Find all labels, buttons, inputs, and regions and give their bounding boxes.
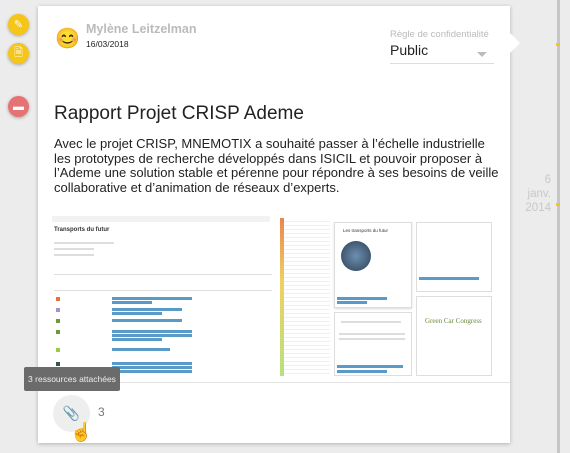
screenshot-card bbox=[334, 312, 412, 376]
export-button[interactable]: 🗎 bbox=[8, 43, 29, 64]
screenshot-tag bbox=[112, 334, 192, 337]
timeline-tick bbox=[556, 43, 560, 46]
avatar: 😊 bbox=[55, 28, 80, 50]
screenshot-row-icon bbox=[56, 308, 60, 312]
screenshot-tag bbox=[112, 366, 192, 369]
screenshot-card: Les transports du futur bbox=[334, 222, 412, 308]
screenshot-row-icon bbox=[56, 348, 60, 352]
screenshot-tag bbox=[112, 297, 192, 300]
screenshot-row-icon bbox=[56, 319, 60, 323]
screenshot-row-icon bbox=[56, 330, 60, 334]
timeline-year: 2014 bbox=[525, 202, 551, 214]
post-body: Avec le projet CRISP, MNEMOTIX a souhait… bbox=[54, 136, 499, 195]
screenshot-image[interactable]: Transports du futur Les transports du fu… bbox=[52, 212, 492, 376]
screenshot-card-photo bbox=[341, 241, 371, 271]
screenshot-text-line bbox=[54, 248, 94, 250]
screenshot-tag bbox=[112, 319, 182, 322]
screenshot-row-icon bbox=[56, 362, 60, 366]
screenshot-text-line bbox=[339, 333, 405, 335]
attachments-count: 3 bbox=[98, 405, 105, 419]
screenshot-tag bbox=[112, 330, 192, 333]
screenshot-tag bbox=[112, 348, 170, 351]
timeline-line bbox=[557, 0, 560, 453]
screenshot-list: Transports du futur bbox=[52, 212, 278, 376]
screenshot-tag bbox=[337, 301, 367, 304]
screenshot-text-line bbox=[54, 254, 94, 256]
timeline-date: 6 janv. 2014 bbox=[505, 173, 551, 215]
screenshot-tag bbox=[112, 301, 152, 304]
screenshot-tag bbox=[419, 277, 479, 280]
screenshot-row-icon bbox=[56, 297, 60, 301]
screenshot-text-line bbox=[341, 321, 401, 323]
post-date: 16/03/2018 bbox=[86, 39, 129, 49]
screenshot-tag bbox=[112, 308, 182, 311]
screenshot-tag bbox=[337, 370, 387, 373]
screenshot-card-title: Green Car Congress bbox=[425, 317, 482, 325]
screenshot-card-title: Les transports du futur bbox=[343, 228, 389, 233]
privacy-value: Public bbox=[390, 42, 429, 58]
privacy-label: Règle de confidentialité bbox=[390, 29, 489, 40]
paperclip-icon: 📎 bbox=[62, 405, 81, 421]
screenshot-tag bbox=[112, 370, 192, 373]
edit-button[interactable]: ✎ bbox=[8, 14, 29, 35]
screenshot-tag bbox=[337, 365, 403, 368]
hand-cursor-icon: ☝ bbox=[70, 422, 93, 442]
screenshot-title: Transports du futur bbox=[54, 227, 110, 233]
post-title: Rapport Projet CRISP Ademe bbox=[54, 103, 304, 124]
screenshot-card: Green Car Congress bbox=[416, 296, 492, 376]
screenshot-text-line bbox=[54, 242, 114, 244]
chevron-down-icon bbox=[477, 52, 487, 57]
timeline-month: janv. bbox=[527, 188, 551, 200]
screenshot-rule bbox=[54, 290, 272, 291]
screenshot-tag bbox=[112, 362, 192, 365]
screenshot-breadcrumb bbox=[52, 216, 270, 222]
screenshot-tag-list bbox=[280, 218, 330, 376]
delete-button[interactable]: ▬ bbox=[8, 96, 29, 117]
screenshot-text-line bbox=[339, 338, 405, 340]
screenshot-rule bbox=[54, 274, 272, 275]
card-pointer bbox=[509, 32, 520, 54]
screenshot-tag bbox=[337, 297, 387, 300]
screenshot-tag bbox=[112, 312, 162, 315]
screenshot-card bbox=[416, 222, 492, 292]
timeline-tick bbox=[556, 203, 560, 206]
screenshot-tag bbox=[112, 338, 162, 341]
file-download-icon: 🗎 bbox=[14, 47, 23, 59]
attachments-tooltip: 3 ressources attachées bbox=[24, 367, 120, 391]
pencil-icon: ✎ bbox=[13, 19, 24, 31]
screenshot-tag-colors bbox=[280, 218, 284, 376]
privacy-select[interactable]: Public bbox=[390, 42, 494, 64]
timeline-day: 6 bbox=[544, 174, 551, 186]
author-name[interactable]: Mylène Leitzelman bbox=[86, 22, 196, 36]
trash-icon: ▬ bbox=[13, 100, 24, 113]
